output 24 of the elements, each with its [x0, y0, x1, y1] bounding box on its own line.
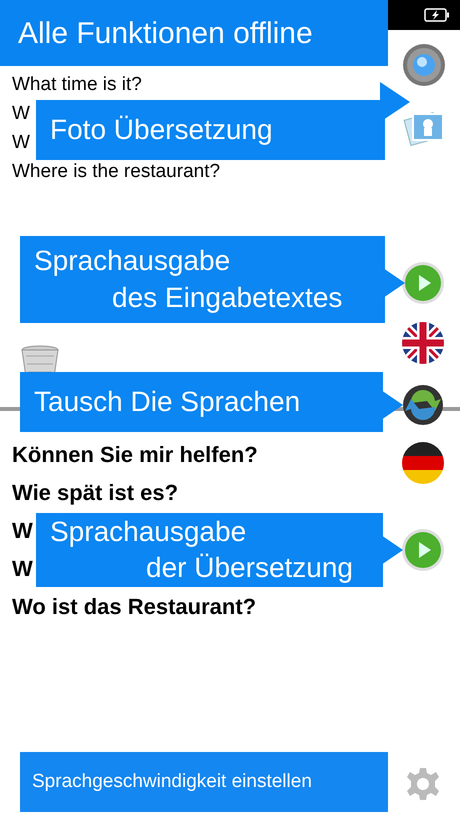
- tooltip-text: Sprachausgabe: [34, 244, 232, 278]
- settings-icon[interactable]: [405, 766, 441, 802]
- translated-phrase: Können Sie mir helfen?: [12, 441, 258, 469]
- translated-phrase: W: [12, 555, 33, 583]
- translated-phrase: Wie spät ist es?: [12, 479, 178, 507]
- tooltip-text: Tausch Die Sprachen: [34, 384, 302, 419]
- tooltip-text: der Übersetzung: [145, 551, 354, 585]
- tooltip-text: Sprachgeschwindigkeit einstellen: [32, 770, 313, 794]
- source-phrase: Where is the restaurant?: [12, 160, 220, 184]
- camera-icon[interactable]: [402, 43, 446, 87]
- translated-phrase: W: [12, 517, 33, 545]
- german-flag-icon[interactable]: [401, 441, 445, 485]
- source-phrase: W: [12, 131, 30, 155]
- tooltip-text: des Eingabetextes: [111, 280, 344, 315]
- tooltip-text: Alle Funktionen offline: [18, 16, 314, 52]
- play-icon[interactable]: [401, 261, 445, 305]
- source-phrase: W: [12, 102, 30, 126]
- battery-icon: [424, 8, 450, 22]
- swap-icon[interactable]: [401, 383, 445, 427]
- translated-phrase: Wo ist das Restaurant?: [12, 593, 256, 621]
- play-icon[interactable]: [401, 528, 445, 572]
- tooltip-text: Sprachausgabe: [50, 514, 248, 549]
- source-phrase: What time is it?: [12, 73, 142, 97]
- tooltip-text: Foto Übersetzung: [50, 112, 274, 147]
